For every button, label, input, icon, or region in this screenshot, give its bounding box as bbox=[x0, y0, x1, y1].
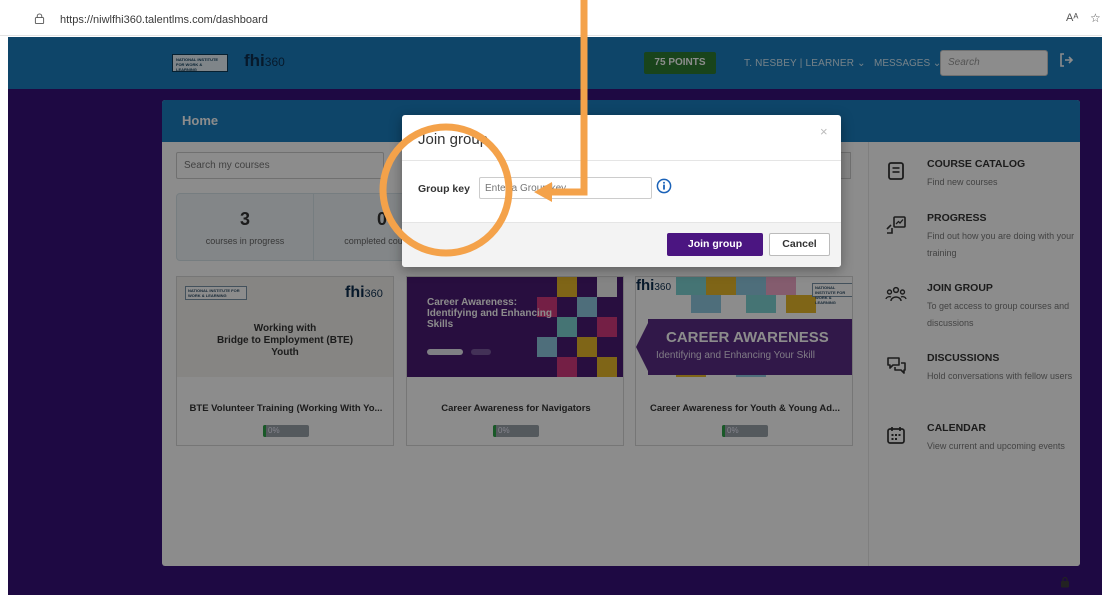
address-url[interactable]: https://niwlfhi360.talentlms.com/dashboa… bbox=[60, 14, 268, 26]
join-group-modal: Join group × Group key Join group Cancel bbox=[402, 115, 841, 267]
favorite-star-icon[interactable]: ☆ bbox=[1090, 11, 1101, 25]
read-aloud-icon[interactable]: Aᴬ bbox=[1066, 12, 1078, 24]
modal-title: Join group bbox=[418, 131, 489, 148]
modal-divider bbox=[402, 160, 841, 161]
group-key-input[interactable] bbox=[479, 177, 652, 199]
lock-icon bbox=[34, 13, 45, 24]
info-icon[interactable] bbox=[656, 178, 672, 194]
dashboard-page: NATIONAL INSTITUTE FOR WORK & LEARNING f… bbox=[8, 37, 1102, 595]
cancel-button[interactable]: Cancel bbox=[769, 233, 830, 256]
join-group-button[interactable]: Join group bbox=[667, 233, 763, 256]
lock-icon bbox=[1061, 576, 1069, 588]
browser-address-bar: https://niwlfhi360.talentlms.com/dashboa… bbox=[0, 0, 1102, 36]
close-icon[interactable]: × bbox=[820, 124, 828, 139]
modal-footer: Join group Cancel bbox=[402, 222, 841, 267]
group-key-label: Group key bbox=[418, 183, 470, 195]
